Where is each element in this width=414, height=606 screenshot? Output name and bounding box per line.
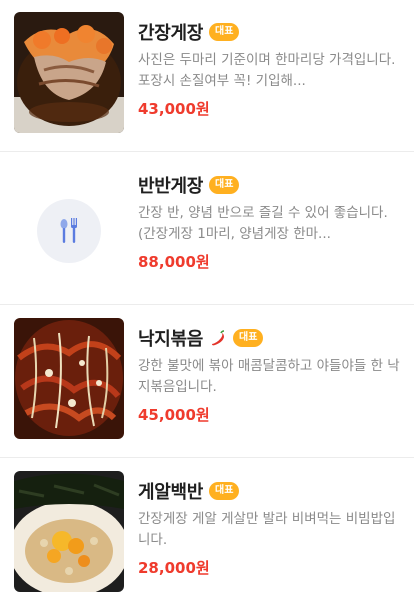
octopus-stirfry-photo: [14, 318, 124, 439]
title-row: 낙지볶음 대표: [138, 326, 402, 350]
menu-item-info: 반반게장 대표 간장 반, 양념 반으로 즐길 수 있어 좋습니다.(간장게장 …: [138, 173, 402, 272]
menu-item-info: 간장게장 대표 사진은 두마리 기준이며 한마리당 가격입니다. 포장시 손질여…: [138, 20, 402, 119]
menu-item-price: 28,000원: [138, 559, 210, 577]
title-row: 게알백반 대표: [138, 479, 402, 503]
menu-item-half-half-crab[interactable]: 반반게장 대표 간장 반, 양념 반으로 즐길 수 있어 좋습니다.(간장게장 …: [0, 153, 414, 305]
menu-item-name: 간장게장: [138, 23, 204, 44]
title-row: 간장게장 대표: [138, 20, 402, 44]
menu-item-name: 게알백반: [138, 482, 204, 503]
menu-item-description: 간장게장 게알 게살만 발라 비벼먹는 비빔밥입니다.: [138, 511, 396, 548]
chili-pepper-icon: [212, 330, 225, 346]
menu-item-price: 43,000원: [138, 100, 210, 118]
menu-item-description: 강한 불맛에 볶아 매콤달콤하고 야들야들 한 낙지볶음입니다.: [138, 358, 400, 395]
fork-spoon-icon: [60, 218, 77, 243]
menu-item-info: 낙지볶음 대표 강한 불맛에 볶아 매콤달콤하고 야들야들 한 낙지볶음입니다.…: [138, 326, 402, 425]
menu-item-soy-crab[interactable]: 간장게장 대표 사진은 두마리 기준이며 한마리당 가격입니다. 포장시 손질여…: [0, 0, 414, 152]
signature-badge: 대표: [233, 329, 264, 347]
soy-crab-photo: [14, 12, 124, 133]
menu-item-description: 사진은 두마리 기준이며 한마리당 가격입니다. 포장시 손질여부 꼭! 기입해…: [138, 52, 396, 89]
menu-item-name: 낙지볶음: [138, 329, 204, 350]
menu-item-info: 게알백반 대표 간장게장 게알 게살만 발라 비벼먹는 비빔밥입니다. 28,0…: [138, 479, 402, 578]
signature-badge: 대표: [209, 176, 240, 194]
crab-roe-rice-photo: [14, 471, 124, 592]
menu-item-crab-roe-rice[interactable]: 게알백반 대표 간장게장 게알 게살만 발라 비벼먹는 비빔밥입니다. 28,0…: [0, 459, 414, 606]
signature-badge: 대표: [209, 23, 240, 41]
signature-badge: 대표: [209, 482, 240, 500]
menu-item-description: 간장 반, 양념 반으로 즐길 수 있어 좋습니다.(간장게장 1마리, 양념게…: [138, 205, 388, 242]
title-row: 반반게장 대표: [138, 173, 402, 197]
menu-item-price: 88,000원: [138, 253, 210, 271]
image-placeholder: [37, 199, 101, 263]
menu-item-price: 45,000원: [138, 406, 210, 424]
menu-list: 간장게장 대표 사진은 두마리 기준이며 한마리당 가격입니다. 포장시 손질여…: [0, 0, 414, 606]
menu-item-octopus-stirfry[interactable]: 낙지볶음 대표 강한 불맛에 볶아 매콤달콤하고 야들야들 한 낙지볶음입니다.…: [0, 306, 414, 458]
menu-item-name: 반반게장: [138, 176, 204, 197]
